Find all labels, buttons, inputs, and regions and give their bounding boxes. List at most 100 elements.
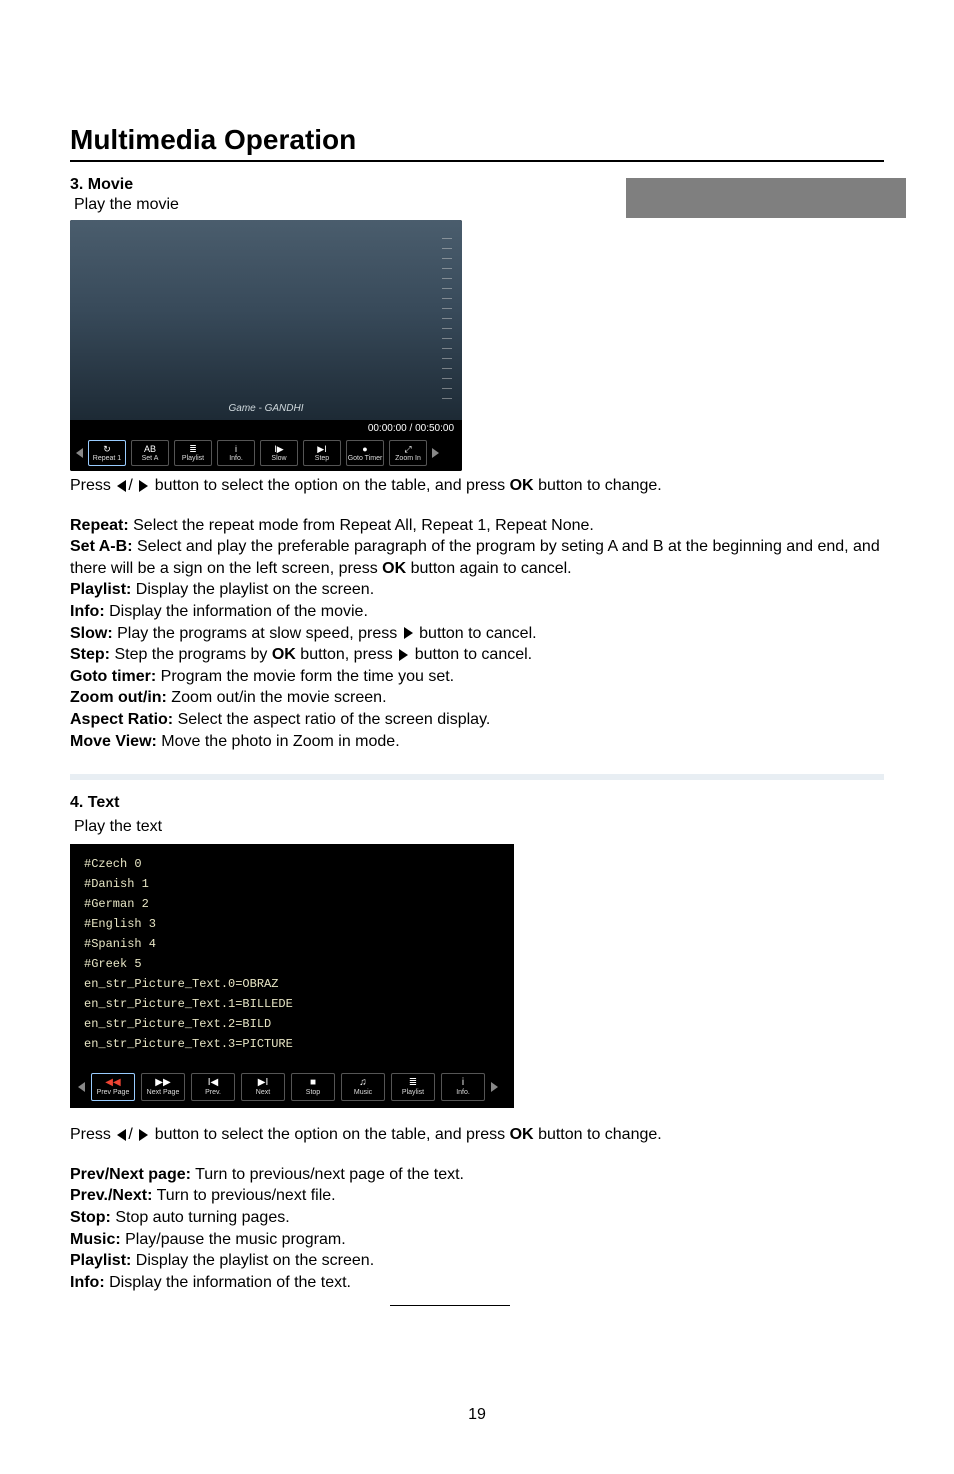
text-line: #Czech 0 bbox=[70, 854, 514, 874]
left-arrow-icon[interactable] bbox=[78, 1082, 85, 1092]
info-button[interactable]: iInfo. bbox=[441, 1073, 485, 1101]
stop-icon: ■ bbox=[310, 1078, 316, 1088]
text-toolbar: ◀◀Prev Page ▶▶Next Page I◀Prev. ▶INext ■… bbox=[70, 1068, 514, 1108]
setab-val2: button again to cancel. bbox=[406, 560, 571, 577]
step-key: Step: bbox=[70, 646, 110, 663]
slow-icon: I▶ bbox=[274, 444, 284, 454]
zoom-in-icon: ⤢ bbox=[403, 444, 413, 454]
right-arrow-icon bbox=[139, 480, 148, 492]
music-button[interactable]: ♫Music bbox=[341, 1073, 385, 1101]
stop-val: Stop auto turning pages. bbox=[111, 1209, 290, 1226]
aspect-key: Aspect Ratio: bbox=[70, 711, 173, 728]
prev-file-icon: I◀ bbox=[208, 1078, 218, 1088]
text-line: en_str_Picture_Text.2=BILD bbox=[70, 1014, 514, 1034]
slow-button[interactable]: I▶Slow bbox=[260, 440, 298, 466]
right-arrow-icon[interactable] bbox=[432, 448, 439, 458]
page-number: 19 bbox=[0, 1406, 954, 1424]
next-file-button[interactable]: ▶INext bbox=[241, 1073, 285, 1101]
pl-val: Display the playlist on the screen. bbox=[131, 1252, 374, 1269]
zoom-val: Zoom out/in the movie screen. bbox=[167, 689, 387, 706]
movie-time: 00:00:00 / 00:50:00 bbox=[70, 420, 462, 437]
pnf-val: Turn to previous/next file. bbox=[152, 1187, 335, 1204]
right-arrow-icon[interactable] bbox=[491, 1082, 498, 1092]
page-title: Multimedia Operation bbox=[70, 124, 884, 160]
setab-ok: OK bbox=[382, 560, 406, 577]
stop-button[interactable]: ■Stop bbox=[291, 1073, 335, 1101]
play-arrow-icon bbox=[399, 649, 408, 661]
text-line: en_str_Picture_Text.0=OBRAZ bbox=[70, 974, 514, 994]
repeat-key: Repeat: bbox=[70, 517, 129, 534]
text-line: #English 3 bbox=[70, 914, 514, 934]
goto-timer-button[interactable]: ●Goto Timer bbox=[346, 440, 384, 466]
info-label: Info. bbox=[456, 1089, 470, 1096]
tinfo-val: Display the information of the text. bbox=[105, 1274, 351, 1291]
next-page-icon: ▶▶ bbox=[155, 1078, 170, 1088]
goto-val: Program the movie form the time you set. bbox=[156, 668, 454, 685]
set-a-button[interactable]: ABSet A bbox=[131, 440, 169, 466]
move-val: Move the photo in Zoom in mode. bbox=[157, 733, 400, 750]
title-underline bbox=[70, 160, 884, 162]
zoom-in-label: Zoom In bbox=[395, 455, 421, 462]
slow-label: Slow bbox=[271, 455, 286, 462]
next-file-label: Next bbox=[256, 1089, 270, 1096]
repeat-val: Select the repeat mode from Repeat All, … bbox=[129, 517, 594, 534]
step-label: Step bbox=[315, 455, 329, 462]
slow-key: Slow: bbox=[70, 625, 113, 642]
slow-val2: button to cancel. bbox=[415, 625, 537, 642]
section-divider bbox=[70, 774, 884, 780]
movie-player: Game - GANDHI 00:00:00 / 00:50:00 ↻Repea… bbox=[70, 220, 462, 471]
zoom-in-button[interactable]: ⤢Zoom In bbox=[389, 440, 427, 466]
zoom-key: Zoom out/in: bbox=[70, 689, 167, 706]
text-line: #German 2 bbox=[70, 894, 514, 914]
prev-page-button[interactable]: ◀◀Prev Page bbox=[91, 1073, 135, 1101]
text-line: en_str_Picture_Text.1=BILLEDE bbox=[70, 994, 514, 1014]
movie-press-1: Press bbox=[70, 477, 115, 494]
info-val: Display the information of the movie. bbox=[105, 603, 368, 620]
pl-key: Playlist: bbox=[70, 1252, 131, 1269]
step-val3: button to cancel. bbox=[410, 646, 532, 663]
left-arrow-icon bbox=[117, 1129, 126, 1141]
playlist-val: Display the playlist on the screen. bbox=[131, 581, 374, 598]
step-ok: OK bbox=[272, 646, 296, 663]
next-page-label: Next Page bbox=[147, 1089, 180, 1096]
info-icon: i bbox=[231, 444, 241, 454]
movie-press-ok: OK bbox=[510, 477, 534, 494]
movie-video-area: Game - GANDHI bbox=[70, 220, 462, 420]
left-arrow-icon[interactable] bbox=[76, 448, 83, 458]
pn-val: Turn to previous/next page of the text. bbox=[191, 1166, 464, 1183]
next-page-button[interactable]: ▶▶Next Page bbox=[141, 1073, 185, 1101]
goto-timer-label: Goto Timer bbox=[348, 455, 383, 462]
pnf-key: Prev./Next: bbox=[70, 1187, 152, 1204]
right-arrow-icon bbox=[139, 1129, 148, 1141]
info-button[interactable]: iInfo. bbox=[217, 440, 255, 466]
repeat-button[interactable]: ↻Repeat 1 bbox=[88, 440, 126, 466]
playlist-button[interactable]: ≣Playlist bbox=[391, 1073, 435, 1101]
set-a-icon: AB bbox=[145, 444, 155, 454]
play-arrow-icon bbox=[404, 627, 413, 639]
prev-file-label: Prev. bbox=[205, 1089, 221, 1096]
text-line: #Spanish 4 bbox=[70, 934, 514, 954]
pn-key: Prev/Next page: bbox=[70, 1166, 191, 1183]
music-icon: ♫ bbox=[359, 1078, 367, 1088]
info-icon: i bbox=[462, 1078, 464, 1088]
goto-timer-icon: ● bbox=[360, 444, 370, 454]
repeat-label: Repeat 1 bbox=[93, 455, 121, 462]
music-key: Music: bbox=[70, 1231, 121, 1248]
music-val: Play/pause the music program. bbox=[121, 1231, 346, 1248]
stop-key: Stop: bbox=[70, 1209, 111, 1226]
move-key: Move View: bbox=[70, 733, 157, 750]
slow-val: Play the programs at slow speed, press bbox=[113, 625, 402, 642]
playlist-icon: ≣ bbox=[409, 1078, 417, 1088]
step-icon: ▶I bbox=[317, 444, 327, 454]
set-a-label: Set A bbox=[142, 455, 159, 462]
playlist-icon: ≣ bbox=[188, 444, 198, 454]
setab-key: Set A-B: bbox=[70, 538, 133, 555]
stop-label: Stop bbox=[306, 1089, 320, 1096]
text-press-ok: OK bbox=[510, 1126, 534, 1143]
movie-toolbar: ↻Repeat 1 ABSet A ≣Playlist iInfo. I▶Slo… bbox=[70, 437, 462, 471]
step-button[interactable]: ▶IStep bbox=[303, 440, 341, 466]
tinfo-key: Info: bbox=[70, 1274, 105, 1291]
playlist-button[interactable]: ≣Playlist bbox=[174, 440, 212, 466]
prev-file-button[interactable]: I◀Prev. bbox=[191, 1073, 235, 1101]
text-press-2: button to select the option on the table… bbox=[155, 1126, 510, 1143]
